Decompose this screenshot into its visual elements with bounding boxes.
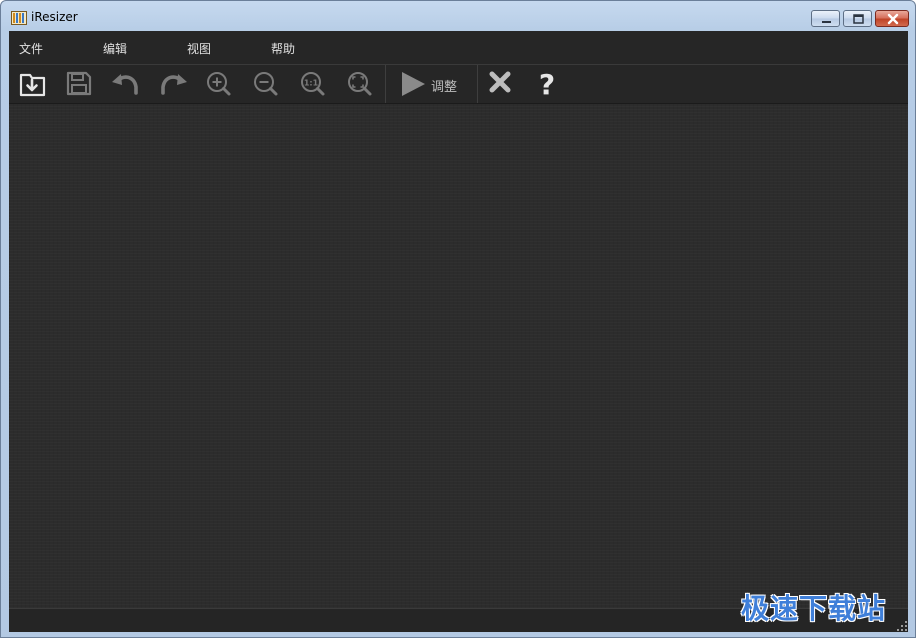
minimize-button[interactable]: [811, 10, 840, 27]
maximize-icon: [853, 14, 864, 24]
zoom-actual-icon: 1:1: [301, 72, 325, 96]
zoom-actual-button[interactable]: 1:1: [293, 67, 333, 101]
zoom-out-icon: [254, 72, 278, 96]
menu-edit[interactable]: 编辑: [103, 40, 127, 57]
run-button-label: 调整: [431, 80, 458, 95]
menu-help[interactable]: 帮助: [271, 40, 295, 57]
close-x-icon: [489, 71, 511, 93]
zoom-in-icon: [207, 72, 231, 96]
maximize-button[interactable]: [843, 10, 872, 27]
zoom-in-button[interactable]: [199, 67, 239, 101]
toolbar: 1:1 调整 ?: [9, 65, 908, 104]
image-canvas[interactable]: [9, 104, 908, 608]
svg-text:?: ?: [539, 68, 555, 101]
help-button[interactable]: ?: [527, 67, 567, 101]
toolbar-separator: [477, 65, 478, 103]
undo-icon: [112, 74, 138, 95]
zoom-fit-icon: [348, 72, 372, 96]
close-window-button[interactable]: [875, 10, 909, 27]
menu-bar: 文件 编辑 视图 帮助: [9, 31, 908, 65]
close-icon: [887, 13, 899, 25]
help-icon: ?: [539, 68, 555, 101]
toolbar-separator: [385, 65, 386, 103]
zoom-out-button[interactable]: [246, 67, 286, 101]
open-icon: [19, 73, 46, 97]
open-button[interactable]: [13, 67, 53, 101]
save-icon: [66, 71, 92, 96]
watermark-text: 极速下载站: [741, 592, 887, 625]
resize-grip-icon[interactable]: [897, 621, 907, 631]
svg-text:1:1: 1:1: [304, 79, 319, 88]
minimize-icon: [822, 21, 831, 23]
app-window: iResizer 文件 编辑 视图 帮助 1:1 调整 ? 极速下载站: [0, 0, 916, 638]
menu-view[interactable]: 视图: [187, 40, 211, 57]
redo-icon: [161, 74, 187, 95]
window-title: iResizer: [31, 10, 78, 24]
client-area: 文件 编辑 视图 帮助 1:1 调整 ?: [9, 31, 908, 632]
app-logo-icon: [11, 10, 27, 25]
title-bar[interactable]: iResizer: [1, 1, 915, 31]
clear-button[interactable]: [481, 67, 521, 101]
save-button[interactable]: [59, 67, 99, 101]
undo-button[interactable]: [106, 67, 146, 101]
play-icon: [402, 72, 425, 96]
zoom-fit-button[interactable]: [340, 67, 380, 101]
menu-file[interactable]: 文件: [19, 40, 43, 57]
redo-button[interactable]: [153, 67, 193, 101]
